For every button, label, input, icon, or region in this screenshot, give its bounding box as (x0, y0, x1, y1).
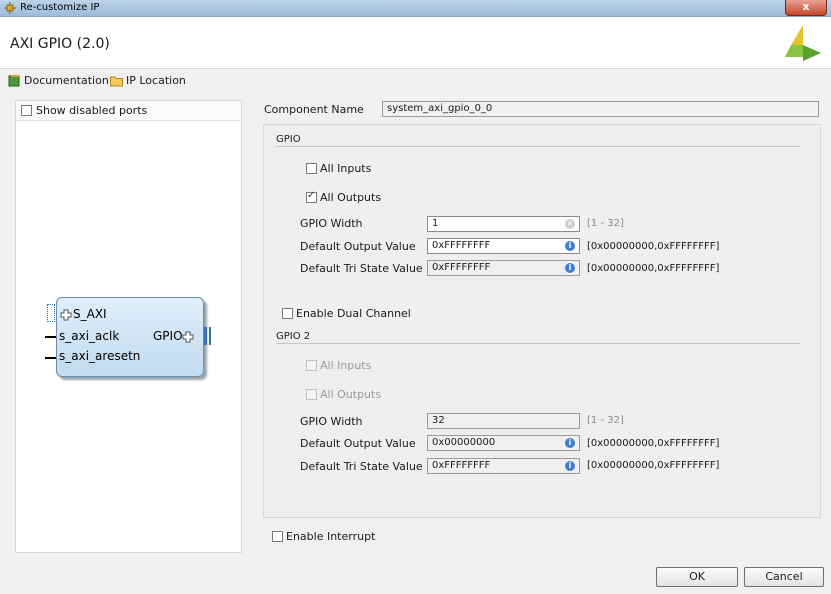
gpio-default-output-label: Default Output Value (300, 240, 416, 253)
gpio2-all-outputs-checkbox[interactable] (306, 389, 317, 400)
info-icon: i (565, 241, 575, 251)
documentation-label: Documentation (24, 74, 109, 87)
ok-button[interactable]: OK (656, 567, 738, 587)
dialog-header: AXI GPIO (2.0) (0, 17, 831, 69)
folder-icon (110, 76, 123, 86)
gpio2-default-output-label: Default Output Value (300, 437, 416, 450)
clear-icon[interactable]: × (565, 219, 575, 229)
enable-dual-channel-checkbox[interactable] (282, 308, 293, 319)
info-icon: i (565, 438, 575, 448)
gpio2-section-title: GPIO 2 (276, 331, 311, 342)
documentation-link[interactable]: Documentation (8, 74, 109, 87)
gpio2-default-output-input[interactable]: 0x00000000 i (427, 435, 580, 451)
close-icon: x (802, 0, 810, 13)
ip-location-link[interactable]: IP Location (110, 74, 186, 87)
close-button[interactable]: x (785, 0, 827, 16)
gpio-width-value: 1 (432, 218, 439, 229)
enable-interrupt-row[interactable]: Enable Interrupt (272, 530, 375, 543)
gpio-bus-marker-a (204, 327, 207, 345)
info-icon: i (565, 263, 575, 273)
gpio-default-tri-range: [0x00000000,0xFFFFFFFF] (587, 263, 720, 274)
port-s-axi-aresetn: s_axi_aresetn (59, 349, 141, 363)
gpio2-width-range: [1 - 32] (587, 415, 624, 426)
gpio-all-outputs-label: All Outputs (320, 191, 382, 204)
gpio2-width-input[interactable]: 32 (427, 413, 580, 429)
gpio-section-divider (276, 146, 800, 147)
enable-interrupt-label: Enable Interrupt (286, 530, 376, 543)
show-disabled-ports-row[interactable]: Show disabled ports (16, 101, 241, 121)
window-titlebar[interactable]: Re-customize IP x (0, 0, 831, 17)
ip-block-symbol[interactable]: S_AXI s_axi_aclk s_axi_aresetn GPIO (56, 297, 204, 377)
vivado-logo-icon (785, 25, 821, 61)
enable-dual-channel-label: Enable Dual Channel (296, 307, 411, 320)
gpio2-all-inputs-row[interactable]: All Inputs (306, 359, 371, 372)
gpio-default-tri-input[interactable]: 0xFFFFFFFF i (427, 260, 580, 276)
gpio2-default-tri-range: [0x00000000,0xFFFFFFFF] (587, 460, 720, 471)
gpio2-all-outputs-label: All Outputs (320, 388, 382, 401)
gpio-default-tri-label: Default Tri State Value (300, 262, 423, 275)
gpio2-all-inputs-checkbox[interactable] (306, 360, 317, 371)
component-name-label: Component Name (264, 103, 364, 116)
window-title: Re-customize IP (20, 2, 100, 13)
gpio-all-outputs-checkbox[interactable] (306, 190, 317, 203)
enable-interrupt-checkbox[interactable] (272, 531, 283, 542)
gpio2-default-tri-input[interactable]: 0xFFFFFFFF i (427, 458, 580, 474)
gpio-width-input[interactable]: 1 × (427, 216, 580, 232)
gpio-default-output-value: 0xFFFFFFFF (432, 240, 491, 251)
gpio-all-inputs-checkbox[interactable] (306, 163, 317, 174)
gpio2-all-inputs-label: All Inputs (320, 359, 372, 372)
info-icon: i (565, 461, 575, 471)
component-name-input[interactable]: system_axi_gpio_0_0 (382, 101, 819, 117)
gpio-default-output-input[interactable]: 0xFFFFFFFF i (427, 238, 580, 254)
port-s-axi-aclk: s_axi_aclk (59, 329, 120, 343)
gpio2-width-label: GPIO Width (300, 415, 363, 428)
ip-symbol-panel: Show disabled ports S_AXI s_axi_aclk s_a… (15, 100, 242, 553)
gpio-width-label: GPIO Width (300, 217, 363, 230)
gpio-width-range: [1 - 32] (587, 218, 624, 229)
gpio-default-output-range: [0x00000000,0xFFFFFFFF] (587, 241, 720, 252)
expand-plus-icon[interactable] (60, 309, 72, 321)
book-icon (8, 75, 20, 87)
show-disabled-ports-label: Show disabled ports (36, 104, 148, 117)
gpio-section-title: GPIO (276, 134, 301, 145)
port-gpio: GPIO (153, 329, 183, 343)
gpio-all-inputs-row[interactable]: All Inputs (306, 162, 371, 175)
gpio2-section-divider (276, 343, 800, 344)
gpio2-default-output-value: 0x00000000 (432, 437, 496, 448)
gpio2-all-outputs-row[interactable]: All Outputs (306, 388, 381, 401)
gpio2-default-tri-label: Default Tri State Value (300, 460, 423, 473)
link-bar: Documentation IP Location (0, 70, 831, 92)
aresetn-wire (45, 357, 56, 359)
aclk-wire (45, 336, 56, 338)
ip-title: AXI GPIO (2.0) (10, 36, 110, 52)
gpio-all-inputs-label: All Inputs (320, 162, 372, 175)
show-disabled-ports-checkbox[interactable] (21, 105, 32, 116)
ip-location-label: IP Location (126, 74, 186, 87)
gpio-expand-icon[interactable] (182, 331, 194, 343)
cancel-button[interactable]: Cancel (744, 567, 824, 587)
gpio2-default-output-range: [0x00000000,0xFFFFFFFF] (587, 438, 720, 449)
gpio-all-outputs-row[interactable]: All Outputs (306, 190, 382, 204)
s-axi-bus-marker (47, 304, 55, 322)
enable-dual-channel-row[interactable]: Enable Dual Channel (282, 307, 411, 320)
port-s-axi: S_AXI (73, 307, 107, 321)
gpio2-default-tri-value: 0xFFFFFFFF (432, 460, 491, 471)
gpio-default-tri-value: 0xFFFFFFFF (432, 262, 491, 273)
gpio-bus-marker-b (209, 327, 211, 345)
ip-icon (4, 2, 16, 14)
